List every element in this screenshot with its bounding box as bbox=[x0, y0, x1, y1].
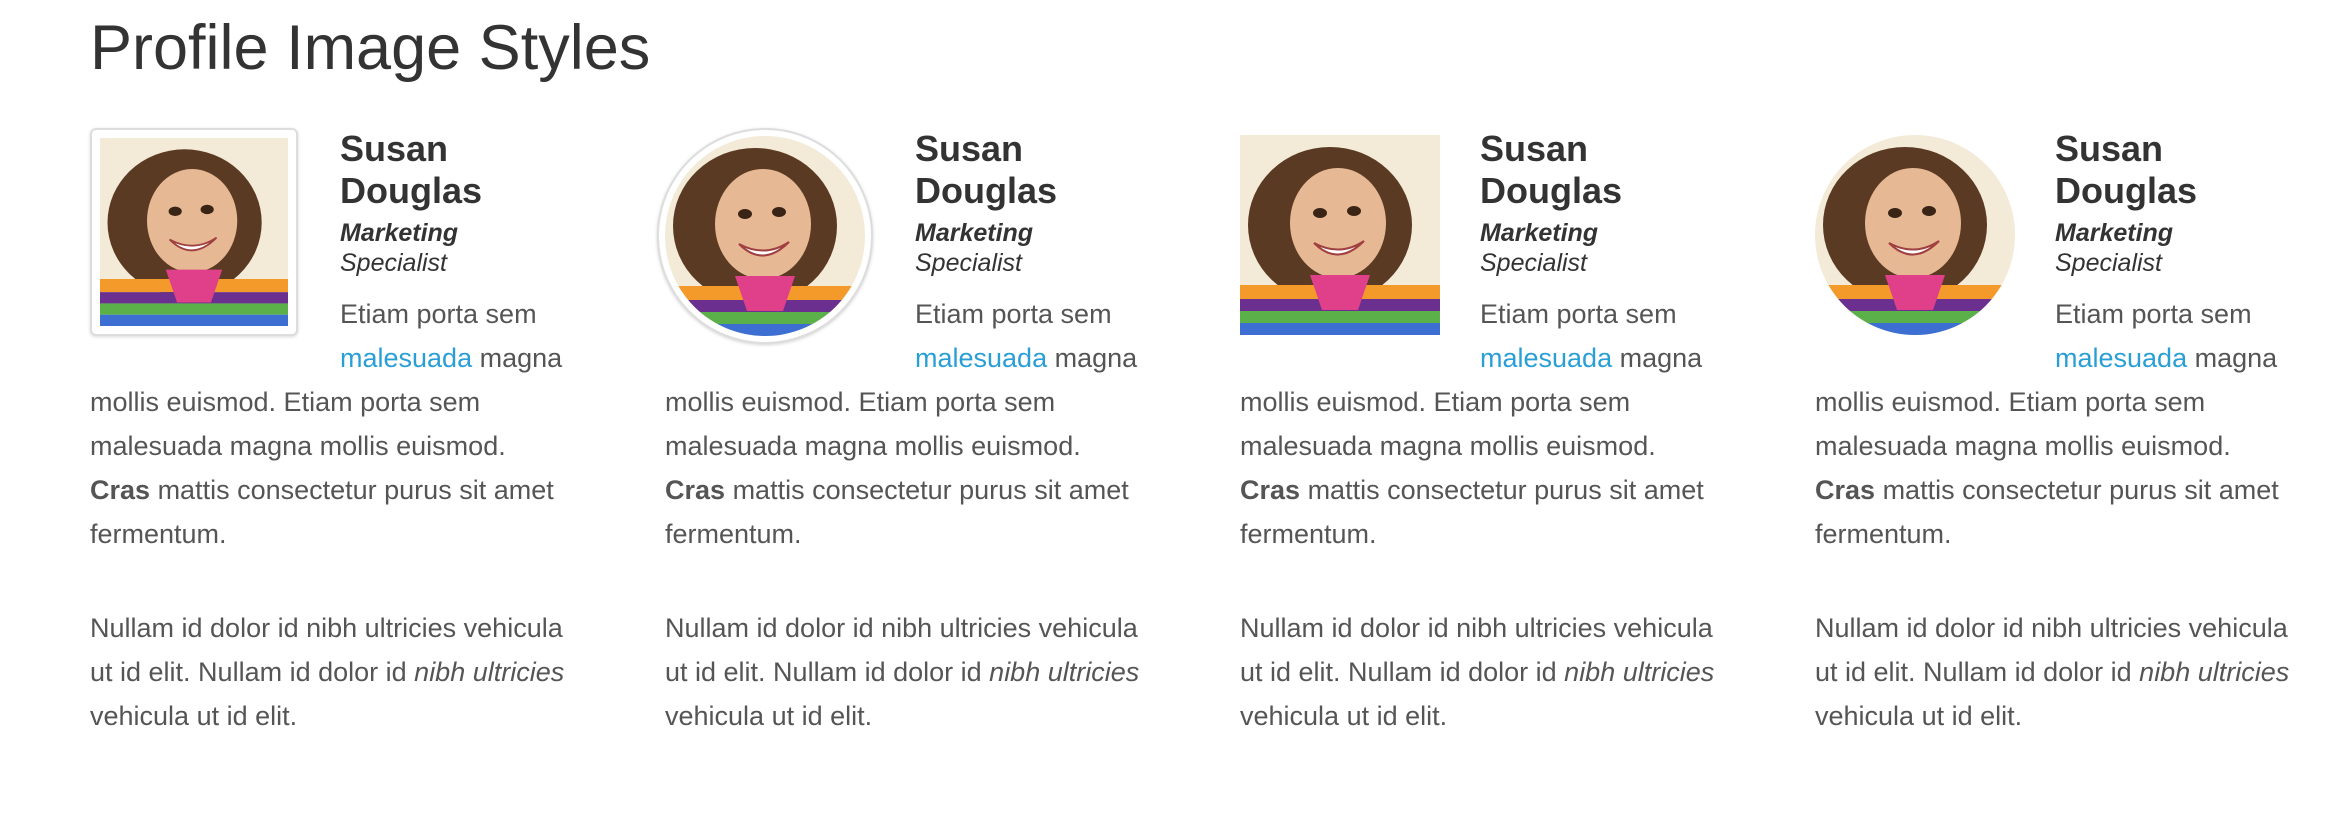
bio-second-paragraph: Nullam id dolor id nibh ultricies vehicu… bbox=[1240, 606, 1720, 738]
bio-link[interactable]: malesuada bbox=[2055, 343, 2187, 373]
bio-lead: Etiam porta sem bbox=[1480, 299, 1677, 329]
role-subtitle: Specialist bbox=[2055, 249, 2162, 277]
bio-second-paragraph: Nullam id dolor id nibh ultricies vehicu… bbox=[90, 606, 570, 738]
role-title: Marketing bbox=[915, 219, 1034, 247]
bio-paragraph: Etiam porta sem malesuada magna mollis e… bbox=[1815, 292, 2295, 556]
bio2-text-tail: vehicula ut id elit. bbox=[90, 701, 298, 731]
profile-grid: Susan Douglas Marketing Specialist Etiam… bbox=[90, 128, 2320, 818]
page: Profile Image Styles Susan Douglas Marke… bbox=[0, 0, 2340, 832]
girl-photo-image bbox=[100, 138, 288, 326]
bio2-text-tail: vehicula ut id elit. bbox=[1240, 701, 1448, 731]
profile-photo-circle-bordered bbox=[657, 128, 873, 344]
role-subtitle: Specialist bbox=[1480, 249, 1587, 277]
bio2-text-tail: vehicula ut id elit. bbox=[665, 701, 873, 731]
bio-link[interactable]: malesuada bbox=[1480, 343, 1612, 373]
bio-text-tail: mattis consectetur purus sit amet fermen… bbox=[665, 475, 1129, 549]
profile-card: Susan Douglas Marketing Specialist Etiam… bbox=[90, 128, 570, 738]
bio-bold: Cras bbox=[665, 475, 726, 505]
bio2-text-tail: vehicula ut id elit. bbox=[1815, 701, 2023, 731]
role-subtitle: Specialist bbox=[340, 249, 447, 277]
bio2-italic: nibh ultricies bbox=[1564, 657, 1715, 687]
role-title: Marketing bbox=[340, 219, 459, 247]
profile-photo-circle bbox=[1815, 135, 2015, 335]
profile-card: Susan Douglas Marketing Specialist Etiam… bbox=[657, 128, 1145, 738]
bio-text: magna mollis euismod. Etiam porta sem ma… bbox=[665, 343, 1138, 461]
girl-photo-image bbox=[1815, 135, 2015, 335]
bio-text: magna mollis euismod. Etiam porta sem ma… bbox=[1815, 343, 2278, 461]
first-name: Susan bbox=[1480, 128, 1589, 169]
last-name: Douglas bbox=[340, 170, 483, 211]
bio2-italic: nibh ultricies bbox=[2139, 657, 2290, 687]
last-name: Douglas bbox=[915, 170, 1058, 211]
bio2-italic: nibh ultricies bbox=[414, 657, 565, 687]
bio-second-paragraph: Nullam id dolor id nibh ultricies vehicu… bbox=[665, 606, 1145, 738]
bio-bold: Cras bbox=[1240, 475, 1301, 505]
bio-bold: Cras bbox=[90, 475, 151, 505]
bio-text-tail: mattis consectetur purus sit amet fermen… bbox=[1240, 475, 1704, 549]
bio-bold: Cras bbox=[1815, 475, 1876, 505]
bio-second-paragraph: Nullam id dolor id nibh ultricies vehicu… bbox=[1815, 606, 2295, 738]
role-title: Marketing bbox=[2055, 219, 2174, 247]
bio-text: magna mollis euismod. Etiam porta sem ma… bbox=[90, 343, 563, 461]
page-title: Profile Image Styles bbox=[90, 13, 651, 83]
first-name: Susan bbox=[340, 128, 449, 169]
first-name: Susan bbox=[915, 128, 1024, 169]
profile-photo-thumbnail bbox=[90, 128, 298, 336]
profile-card: Susan Douglas Marketing Specialist Etiam… bbox=[1815, 128, 2295, 738]
girl-photo-image bbox=[1240, 135, 1440, 335]
bio2-italic: nibh ultricies bbox=[989, 657, 1140, 687]
bio-link[interactable]: malesuada bbox=[340, 343, 472, 373]
role-title: Marketing bbox=[1480, 219, 1599, 247]
girl-photo-image bbox=[665, 136, 865, 336]
bio-text: magna mollis euismod. Etiam porta sem ma… bbox=[1240, 343, 1703, 461]
bio-lead: Etiam porta sem bbox=[915, 299, 1112, 329]
last-name: Douglas bbox=[2055, 170, 2198, 211]
role-subtitle: Specialist bbox=[915, 249, 1022, 277]
bio-lead: Etiam porta sem bbox=[2055, 299, 2252, 329]
profile-photo-plain bbox=[1240, 135, 1440, 335]
bio-text-tail: mattis consectetur purus sit amet fermen… bbox=[1815, 475, 2279, 549]
bio-text-tail: mattis consectetur purus sit amet fermen… bbox=[90, 475, 554, 549]
last-name: Douglas bbox=[1480, 170, 1623, 211]
bio-lead: Etiam porta sem bbox=[340, 299, 537, 329]
first-name: Susan bbox=[2055, 128, 2164, 169]
profile-card: Susan Douglas Marketing Specialist Etiam… bbox=[1240, 128, 1720, 738]
bio-link[interactable]: malesuada bbox=[915, 343, 1047, 373]
